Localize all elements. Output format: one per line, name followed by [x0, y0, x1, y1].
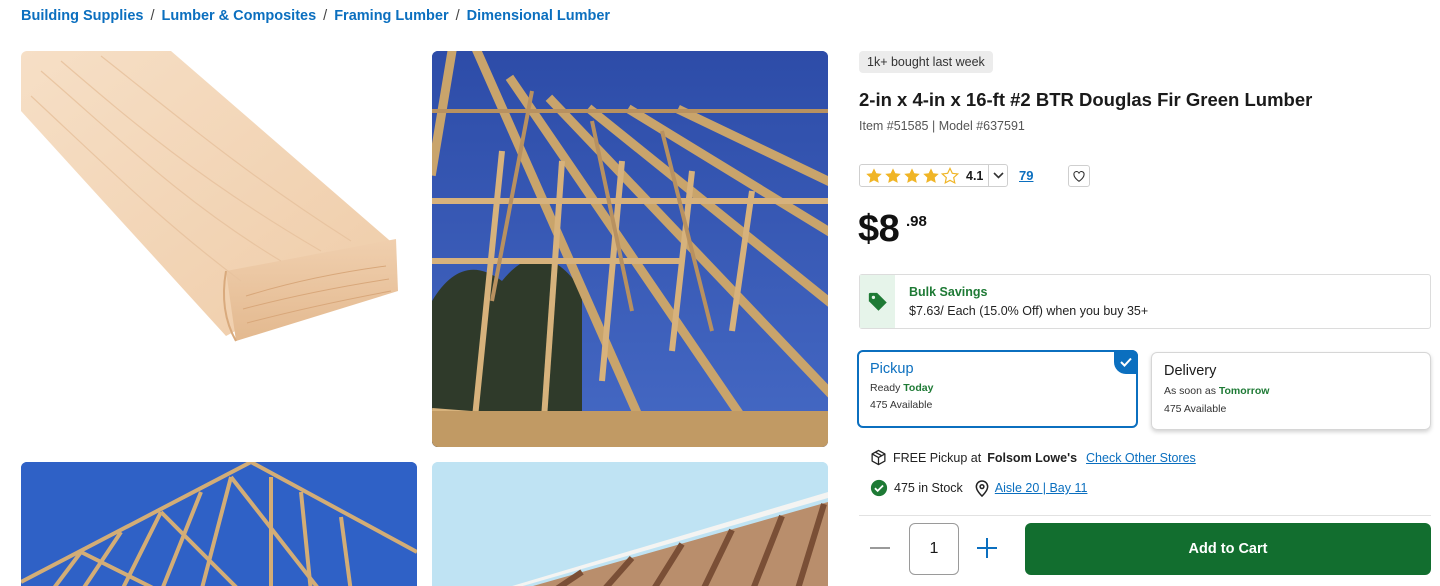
quantity-input[interactable]: 1 — [909, 523, 959, 575]
selected-check-badge — [1114, 350, 1138, 374]
breadcrumb-building-supplies[interactable]: Building Supplies — [21, 8, 143, 24]
bulk-savings-banner: Bulk Savings $7.63/ Each (15.0% Off) whe… — [859, 274, 1431, 329]
free-pickup-line: FREE Pickup at Folsom Lowe's Check Other… — [870, 449, 1196, 466]
bulk-savings-text: $7.63/ Each (15.0% Off) when you buy 35+ — [909, 304, 1149, 318]
check-circle-icon — [870, 479, 888, 497]
bulk-tag-box — [860, 275, 895, 328]
breadcrumb-separator: / — [323, 8, 328, 24]
stock-line: 475 in Stock Aisle 20 | Bay 11 — [870, 479, 1087, 497]
product-title: 2-in x 4-in x 16-ft #2 BTR Douglas Fir G… — [859, 89, 1313, 110]
lumber-board-illustration — [21, 51, 398, 342]
check-other-stores-link[interactable]: Check Other Stores — [1086, 451, 1196, 465]
aisle-bay-link[interactable]: Aisle 20 | Bay 11 — [995, 481, 1088, 495]
store-name: Folsom Lowe's — [987, 450, 1078, 465]
quantity-increase-button[interactable] — [975, 536, 999, 560]
rating-dropdown-toggle[interactable] — [988, 165, 1007, 186]
roof-frame-photo — [21, 462, 417, 586]
pickup-title: Pickup — [870, 361, 914, 377]
chevron-down-icon — [993, 172, 1004, 179]
heart-icon — [1073, 170, 1085, 182]
star-full-icon — [885, 167, 901, 183]
fulfillment-delivery-option[interactable]: Delivery As soon as Tomorrow 475 Availab… — [1151, 352, 1431, 430]
star-full-icon — [904, 167, 920, 183]
roof-truss-photo — [432, 51, 828, 447]
divider — [859, 515, 1431, 516]
price: $8 .98 — [858, 208, 927, 251]
location-pin-icon — [975, 479, 989, 497]
star-full-icon — [866, 167, 882, 183]
package-icon — [871, 449, 886, 466]
rafters-photo — [432, 462, 828, 586]
breadcrumb-framing-lumber[interactable]: Framing Lumber — [334, 8, 448, 24]
delivery-title: Delivery — [1164, 363, 1217, 379]
rating-value: 4.1 — [966, 168, 984, 183]
minus-icon — [870, 547, 890, 549]
star-rating — [860, 166, 963, 185]
price-cents: .98 — [906, 213, 927, 230]
star-full-icon — [923, 167, 939, 183]
favorite-button[interactable] — [1068, 165, 1090, 187]
breadcrumb-lumber-composites[interactable]: Lumber & Composites — [161, 8, 316, 24]
stock-count: 475 in Stock — [894, 481, 963, 495]
review-count-link[interactable]: 79 — [1019, 168, 1033, 183]
price-dollars: $8 — [858, 208, 900, 250]
plus-icon — [977, 538, 997, 558]
product-image-trusses[interactable] — [432, 51, 828, 447]
breadcrumb-separator: / — [455, 8, 460, 24]
checkmark-icon — [1120, 357, 1132, 367]
star-empty-icon — [941, 166, 959, 184]
delivery-ready: As soon as Tomorrow — [1164, 385, 1270, 397]
popularity-badge: 1k+ bought last week — [859, 51, 993, 73]
add-to-cart-button[interactable]: Add to Cart — [1025, 523, 1431, 575]
free-pickup-text: FREE Pickup at — [893, 450, 982, 465]
bulk-savings-title: Bulk Savings — [909, 285, 988, 299]
pickup-ready: Ready Today — [870, 382, 934, 394]
tag-icon — [868, 292, 887, 311]
breadcrumb-dimensional-lumber[interactable]: Dimensional Lumber — [467, 8, 610, 24]
breadcrumb: Building Supplies / Lumber & Composites … — [21, 8, 610, 24]
product-image-rafters[interactable] — [432, 462, 828, 586]
product-image-board[interactable] — [21, 51, 417, 447]
quantity-decrease-button[interactable] — [868, 536, 892, 560]
fulfillment-pickup-option[interactable]: Pickup Ready Today 475 Available — [857, 350, 1138, 428]
delivery-available: 475 Available — [1164, 403, 1227, 415]
item-model-numbers: Item #51585 | Model #637591 — [859, 119, 1025, 133]
pickup-available: 475 Available — [870, 399, 933, 411]
breadcrumb-separator: / — [150, 8, 155, 24]
product-image-roof-frame[interactable] — [21, 462, 417, 586]
rating-widget[interactable]: 4.1 — [859, 164, 1009, 187]
